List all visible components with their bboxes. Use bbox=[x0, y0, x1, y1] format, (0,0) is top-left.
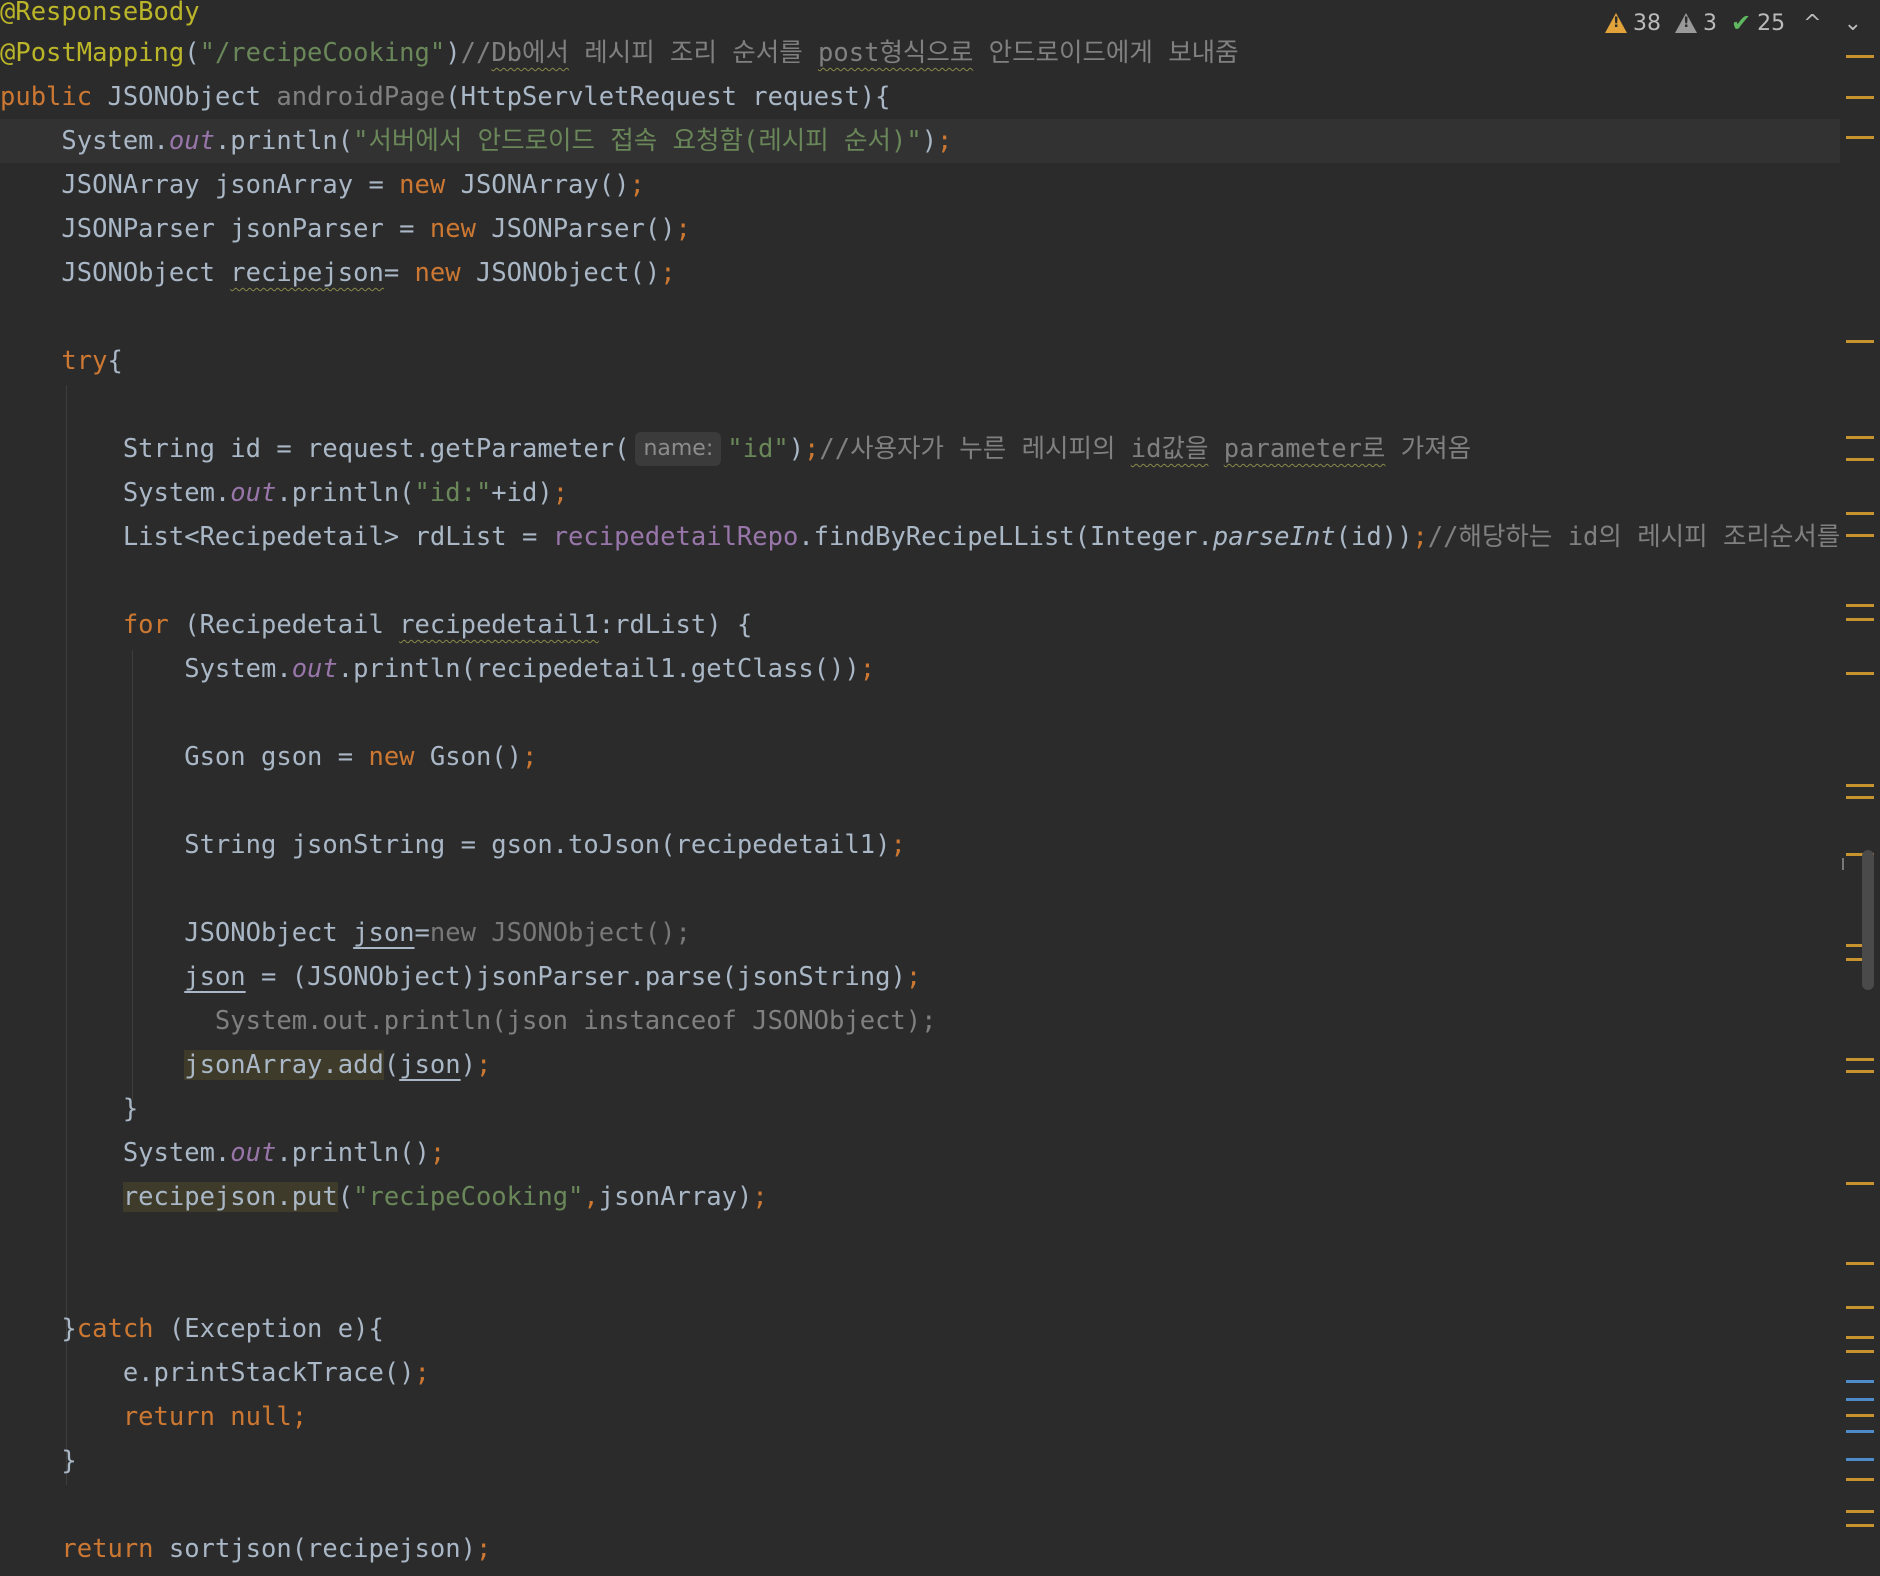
code-line[interactable]: } bbox=[0, 1087, 1840, 1131]
warning-marker[interactable] bbox=[1846, 136, 1874, 139]
warning-marker[interactable] bbox=[1846, 436, 1874, 439]
warning-marker[interactable] bbox=[1846, 512, 1874, 515]
warning-marker[interactable] bbox=[1846, 1336, 1874, 1339]
code-line[interactable]: }catch (Exception e){ bbox=[0, 1307, 1840, 1351]
warning-marker[interactable] bbox=[1846, 55, 1874, 58]
code-editor[interactable]: @ResponseBody @PostMapping("/recipeCooki… bbox=[0, 0, 1840, 1576]
parameter-name-hint: name: bbox=[635, 432, 722, 466]
vertical-scrollbar-thumb[interactable] bbox=[1862, 850, 1874, 990]
typos-counter[interactable]: ✔ 25 bbox=[1731, 9, 1785, 37]
warning-marker[interactable] bbox=[1846, 340, 1874, 343]
code-line[interactable]: JSONParser jsonParser = new JSONParser()… bbox=[0, 207, 1840, 251]
warning-marker[interactable] bbox=[1846, 796, 1874, 799]
info-marker[interactable] bbox=[1846, 1458, 1874, 1461]
warning-marker[interactable] bbox=[1846, 1262, 1874, 1265]
code-line[interactable]: @PostMapping("/recipeCooking")//Db에서 레시피… bbox=[0, 31, 1840, 75]
info-marker[interactable] bbox=[1846, 1380, 1874, 1383]
warning-marker[interactable] bbox=[1846, 618, 1874, 621]
code-line[interactable]: @ResponseBody bbox=[0, 0, 1840, 34]
warning-marker[interactable] bbox=[1846, 1478, 1874, 1481]
error-stripe[interactable] bbox=[1840, 0, 1880, 1576]
caret-position-tick bbox=[1842, 858, 1844, 870]
code-line[interactable]: JSONObject json=new JSONObject(); bbox=[0, 911, 1840, 955]
code-line[interactable]: json = (JSONObject)jsonParser.parse(json… bbox=[0, 955, 1840, 999]
weak-warning-icon bbox=[1675, 13, 1698, 33]
inspection-status-widget[interactable]: 38 3 ✔ 25 ^ ⌄ bbox=[1605, 6, 1866, 40]
check-icon: ✔ bbox=[1731, 9, 1752, 37]
code-line[interactable]: String id = request.getParameter(name: "i… bbox=[0, 427, 1840, 471]
warning-marker[interactable] bbox=[1846, 1350, 1874, 1353]
weak-warnings-counter[interactable]: 3 bbox=[1675, 11, 1717, 36]
warning-marker[interactable] bbox=[1846, 1510, 1874, 1513]
info-marker[interactable] bbox=[1846, 1398, 1874, 1401]
code-line[interactable]: String jsonString = gson.toJson(recipede… bbox=[0, 823, 1840, 867]
warning-marker[interactable] bbox=[1846, 1182, 1874, 1185]
warning-marker[interactable] bbox=[1846, 1306, 1874, 1309]
code-line[interactable]: System.out.println(json instanceof JSONO… bbox=[0, 999, 1840, 1043]
current-code-line[interactable]: System.out.println("서버에서 안드로이드 접속 요청함(레시… bbox=[0, 119, 1840, 163]
warning-marker[interactable] bbox=[1846, 1058, 1874, 1061]
info-marker[interactable] bbox=[1846, 1430, 1874, 1433]
code-line[interactable]: recipejson.put("recipeCooking",jsonArray… bbox=[0, 1175, 1840, 1219]
code-line[interactable]: for (Recipedetail recipedetail1:rdList) … bbox=[0, 603, 1840, 647]
warning-marker[interactable] bbox=[1846, 96, 1874, 99]
code-line[interactable]: return null; bbox=[0, 1395, 1840, 1439]
warning-marker[interactable] bbox=[1846, 1070, 1874, 1073]
warning-marker[interactable] bbox=[1846, 1414, 1874, 1417]
code-line[interactable]: System.out.println("id:"+id); bbox=[0, 471, 1840, 515]
warning-marker[interactable] bbox=[1846, 458, 1874, 461]
code-line[interactable]: JSONObject recipejson= new JSONObject(); bbox=[0, 251, 1840, 295]
warning-marker[interactable] bbox=[1846, 1524, 1874, 1527]
code-line[interactable]: System.out.println(); bbox=[0, 1131, 1840, 1175]
code-line[interactable]: e.printStackTrace(); bbox=[0, 1351, 1840, 1395]
code-line[interactable]: System.out.println(recipedetail1.getClas… bbox=[0, 647, 1840, 691]
code-line[interactable]: public JSONObject androidPage(HttpServle… bbox=[0, 75, 1840, 119]
warning-icon bbox=[1605, 13, 1628, 33]
warnings-counter[interactable]: 38 bbox=[1605, 11, 1661, 36]
code-line[interactable]: jsonArray.add(json); bbox=[0, 1043, 1840, 1087]
code-line[interactable]: List<Recipedetail> rdList = recipedetail… bbox=[0, 515, 1840, 559]
code-line[interactable]: Gson gson = new Gson(); bbox=[0, 735, 1840, 779]
warning-marker[interactable] bbox=[1846, 784, 1874, 787]
code-line[interactable]: } bbox=[0, 1439, 1840, 1483]
warning-marker[interactable] bbox=[1846, 604, 1874, 607]
warning-marker[interactable] bbox=[1846, 534, 1874, 537]
code-line[interactable]: try{ bbox=[0, 339, 1840, 383]
previous-highlighted-error-button[interactable]: ^ bbox=[1799, 11, 1825, 36]
warning-marker[interactable] bbox=[1846, 672, 1874, 675]
code-line[interactable]: return sortjson(recipejson); bbox=[0, 1527, 1840, 1571]
code-line[interactable]: JSONArray jsonArray = new JSONArray(); bbox=[0, 163, 1840, 207]
